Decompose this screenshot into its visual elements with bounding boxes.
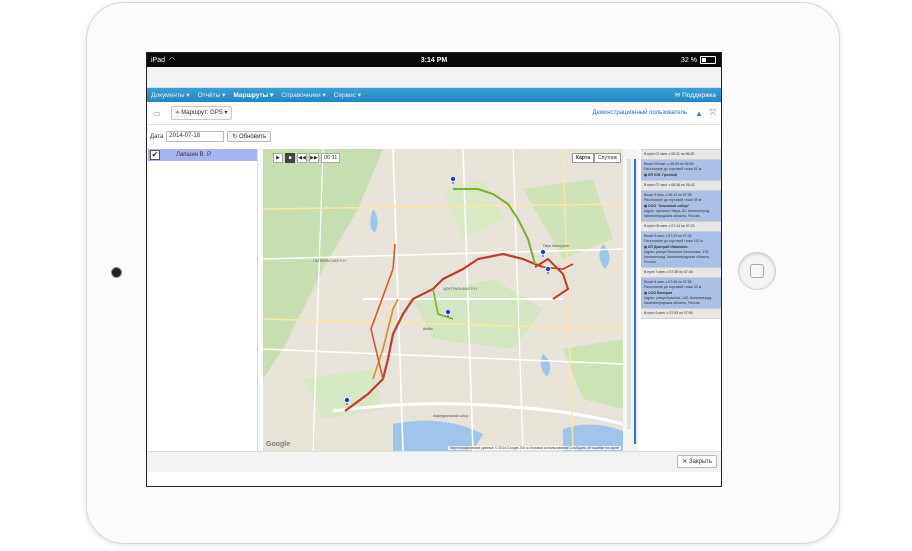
visit-distance: Расстояние до торговой точки 112 м [644, 239, 703, 243]
visit-org: ◉ ИП И.В. Грозный [644, 173, 678, 177]
home-button[interactable] [738, 252, 776, 290]
support-link[interactable]: ✉ Поддержка [675, 91, 716, 99]
map-type-switch: Карта Спутник [572, 153, 621, 163]
visit-card[interactable]: Визит 9 мин. с 07:23 по 07:32 Расстояние… [641, 232, 721, 267]
bottom-bar: ✕ Закрыть [147, 451, 721, 472]
fit-screen-icon[interactable]: ⤧ [710, 108, 716, 118]
map-type-satellite[interactable]: Спутник [594, 153, 621, 163]
pin-icon: ◉ [644, 245, 648, 249]
playback-controls: ▶ ■ ◀◀ ▶▶ 06:11 [273, 153, 341, 163]
close-icon: ✕ [682, 459, 688, 465]
stops-panel: В пути 07 мин. с 06:11 по 06:20 Визит 09… [641, 149, 721, 451]
device-name: iPad [151, 56, 166, 64]
map-label: Шейм [423, 327, 433, 331]
menu-references[interactable]: Справочники ▾ [281, 91, 325, 99]
visit-address: Адрес: улица Генерала Челнокова, 178, Ка… [644, 250, 711, 264]
status-time: 3:14 PM [420, 56, 448, 64]
date-label: Дата [150, 133, 164, 140]
battery-icon [700, 56, 716, 64]
visit-address: Адрес: проспект Мира, 81, Калининград, К… [644, 209, 711, 218]
wifi-icon: ◠ [169, 57, 176, 64]
timeline-scroll[interactable] [623, 149, 639, 451]
route-icon: ⟡ [175, 110, 180, 116]
monitor-icon[interactable]: ▭ [153, 109, 161, 118]
screen: iPad ◠ 3:14 PM 32 % Документы ▾ Отчёты ▾… [146, 52, 722, 487]
travel-row[interactable]: В пути 6 мин. с 07:53 по 07:59 [641, 308, 721, 319]
route-type-button[interactable]: ⟡ Маршрут: GPS ▾ [170, 106, 233, 120]
pin-icon: ◉ [644, 204, 648, 208]
menu-reports[interactable]: Отчёты ▾ [198, 91, 226, 99]
step-forward-button[interactable]: ▶▶ [309, 153, 319, 163]
visit-address: Адрес: улица Красная, 143, Калининград, … [644, 296, 712, 305]
travel-row[interactable]: В пути 7 мин. с 07:38 по 07:45 [641, 267, 721, 278]
map-label: Парк Кальтурия [543, 244, 569, 248]
browser-bar [147, 67, 721, 88]
google-logo: Google [266, 441, 291, 448]
driver-checkbox[interactable]: ✔ [150, 150, 160, 160]
pin-icon: ◉ [644, 173, 648, 177]
date-filter: Дата 2014-07-18 ↻ Обновить [150, 131, 272, 142]
menu-service[interactable]: Сервис ▾ [334, 91, 361, 99]
visit-card[interactable]: Визит 09 мин. с 06:20 по 06:36 Расстояни… [641, 160, 721, 180]
map-canvas[interactable] [263, 149, 623, 451]
map-attribution[interactable]: Картографические данные © 2014 Google 20… [448, 446, 621, 450]
close-button[interactable]: ✕ Закрыть [677, 455, 717, 468]
timeline-bar[interactable] [634, 159, 636, 444]
stop-button[interactable]: ■ [285, 153, 295, 163]
play-button[interactable]: ▶ [273, 153, 283, 163]
chat-icon: ✉ [674, 92, 681, 99]
battery-percent: 32 % [681, 56, 697, 64]
menu-routes[interactable]: Маршруты ▾ [233, 91, 273, 99]
map-label: ЦЕНТРАЛЬНЫЙ Р-Н [443, 287, 477, 291]
timeline-track [627, 159, 631, 429]
battery-fill [702, 58, 706, 62]
visit-distance: Расстояние до торговой точки 35 м [644, 198, 702, 202]
toolbar: ▭ ⟡ Маршрут: GPS ▾ Демонстрационный поль… [147, 102, 721, 125]
menu-documents[interactable]: Документы ▾ [151, 91, 190, 99]
driver-row[interactable]: ✔ Лапшин В. Р. [148, 149, 257, 161]
map-label: ОКТЯБРЬСКИЙ Р-Н [313, 259, 346, 263]
visit-card[interactable]: Визит 8 мин. с 07:45 по 07:53 Расстояние… [641, 278, 721, 308]
warning-icon[interactable]: ▲ [695, 109, 703, 118]
visit-card[interactable]: Визит 9 мин. с 06:43 по 07:05 Расстояние… [641, 191, 721, 221]
map-label: Кафедральный собор [433, 414, 469, 418]
visit-distance: Расстояние до торговой точки 61 м [644, 167, 702, 171]
date-input[interactable]: 2014-07-18 [166, 131, 225, 142]
travel-row[interactable]: В пути 07 мин. с 06:11 по 06:20 [641, 149, 721, 160]
home-square-icon [750, 264, 764, 278]
refresh-button[interactable]: ↻ Обновить [227, 131, 272, 142]
driver-list: ✔ Лапшин В. Р. [148, 149, 258, 451]
map-type-map[interactable]: Карта [572, 153, 595, 163]
playback-time: 06:11 [321, 153, 341, 163]
pin-icon: ◉ [644, 291, 648, 295]
step-back-button[interactable]: ◀◀ [297, 153, 307, 163]
main-menu: Документы ▾ Отчёты ▾ Маршруты ▾ Справочн… [147, 88, 721, 102]
camera-icon [111, 267, 122, 278]
driver-name: Лапшин В. Р. [176, 152, 212, 158]
visit-distance: Расстояние до торговой точки 33 м [644, 285, 702, 289]
status-bar: iPad ◠ 3:14 PM 32 % [147, 53, 721, 67]
refresh-icon: ↻ [232, 134, 238, 140]
route-map[interactable]: Парк Кальтурия ОКТЯБРЬСКИЙ Р-Н ЦЕНТРАЛЬН… [263, 149, 623, 451]
travel-row[interactable]: В пути 07 мин. с 06:36 по 06:43 [641, 180, 721, 191]
demo-user-link[interactable]: Демонстрационный пользователь [592, 110, 687, 116]
travel-row[interactable]: В пути 09 мин. с 07:14 по 07:23 [641, 221, 721, 232]
